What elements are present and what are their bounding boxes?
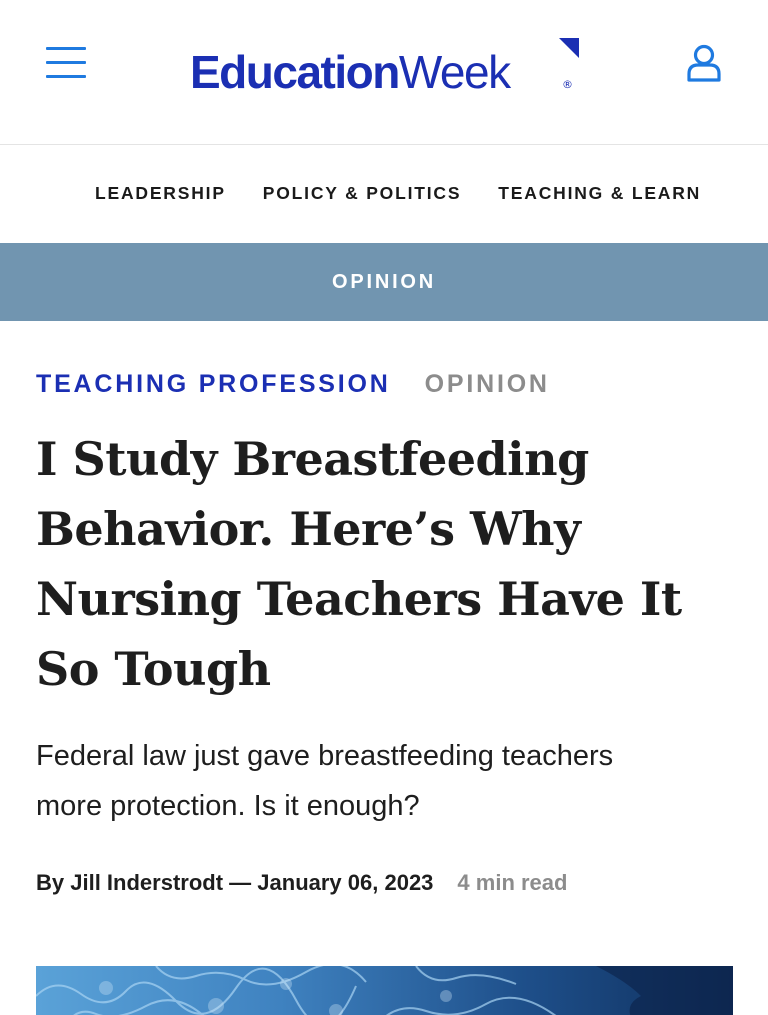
logo-flag-icon	[559, 38, 579, 58]
site-header: EducationWeek ®	[0, 0, 768, 145]
article-dek: Federal law just gave breastfeeding teac…	[36, 731, 736, 831]
hamburger-menu-icon[interactable]	[46, 47, 86, 81]
byline-separator: —	[223, 870, 258, 895]
article-byline: By Jill Inderstrodt — January 06, 2023 4 …	[36, 870, 567, 896]
article-tags: TEACHING PROFESSION OPINION	[36, 370, 550, 399]
opinion-bar-label: OPINION	[331, 270, 437, 293]
headline-line: I Study Breastfeeding	[36, 432, 589, 486]
registered-mark: ®	[562, 78, 573, 91]
site-logo[interactable]: EducationWeek ®	[190, 38, 590, 98]
article-headline: I Study Breastfeeding Behavior. Here’s W…	[36, 424, 736, 704]
opinion-section-bar[interactable]: OPINION	[0, 243, 768, 321]
dek-line: more protection. Is it enough?	[36, 790, 420, 822]
headline-line: Behavior. Here’s Why	[36, 502, 581, 556]
nav-item-policy-politics[interactable]: POLICY & POLITICS	[263, 183, 462, 203]
nav-item-teaching-learning[interactable]: TEACHING & LEARN	[498, 183, 701, 203]
logo-text-bold: Education	[190, 46, 400, 98]
tag-opinion: OPINION	[424, 370, 550, 398]
read-time: 4 min read	[457, 870, 568, 895]
article-hero-image	[36, 966, 733, 1015]
nav-item-leadership[interactable]: LEADERSHIP	[95, 183, 226, 203]
user-account-icon[interactable]	[686, 44, 722, 82]
section-nav: LEADERSHIP POLICY & POLITICS TEACHING & LE…	[0, 145, 768, 243]
byline-date: January 06, 2023	[257, 870, 434, 895]
puzzle-pieces-image	[36, 966, 733, 1015]
page: EducationWeek ® LEADERSHIP POLICY & POLIT…	[0, 0, 768, 1015]
tag-teaching-profession[interactable]: TEACHING PROFESSION	[36, 370, 391, 398]
logo-text-light: Week	[398, 46, 511, 98]
dek-line: Federal law just gave breastfeeding teac…	[36, 740, 614, 772]
headline-line: So Tough	[36, 642, 271, 696]
headline-line: Nursing Teachers Have It	[36, 572, 682, 626]
logo-wordmark: EducationWeek	[190, 44, 511, 100]
byline-author[interactable]: By Jill Inderstrodt	[36, 870, 223, 895]
